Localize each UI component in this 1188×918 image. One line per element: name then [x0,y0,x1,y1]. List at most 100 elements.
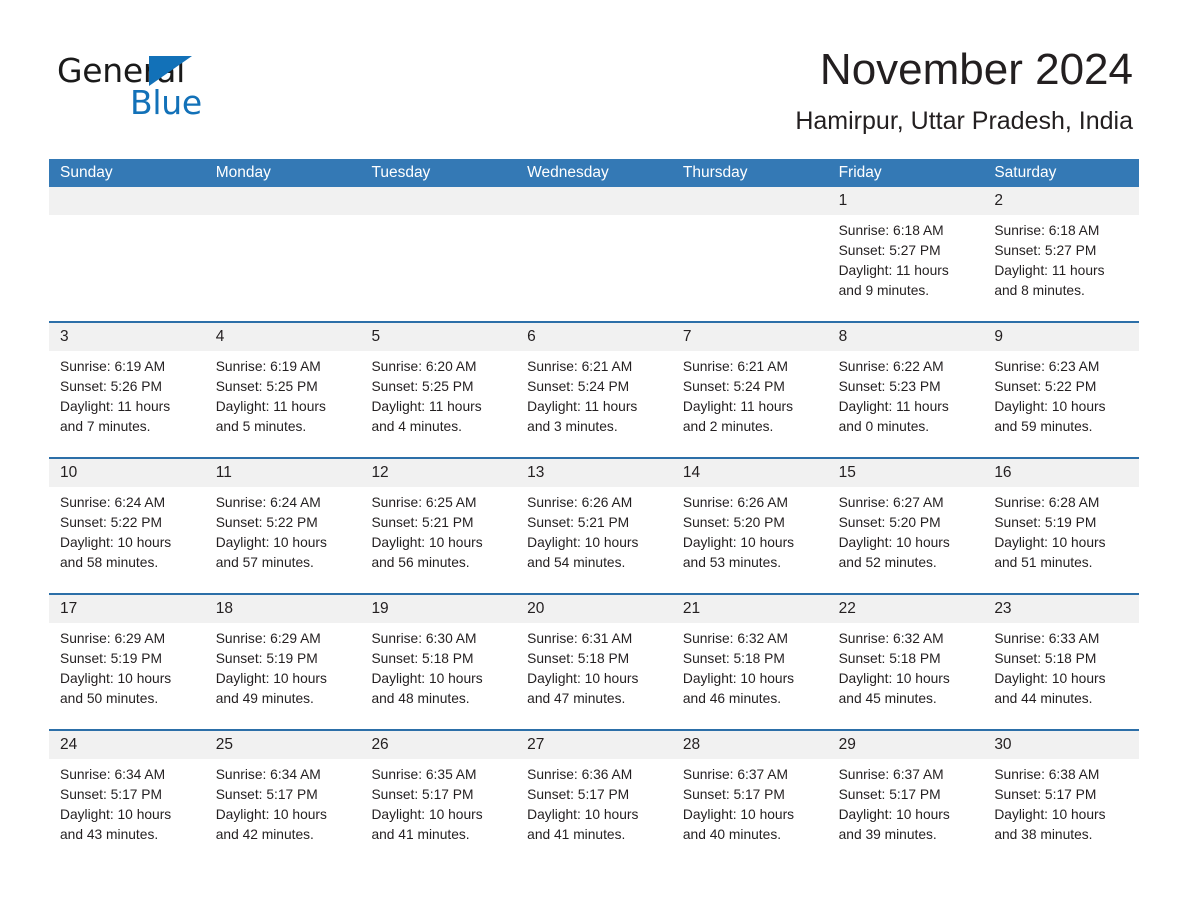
daylight-text: and 52 minutes. [838,555,937,570]
day-details: Sunrise: 6:37 AM Sunset: 5:17 PM Daylight:… [672,759,828,845]
day-cell-12[interactable]: 12 Sunrise: 6:25 AM Sunset: 5:21 PM Dayligh… [360,459,517,593]
day-number: 16 [983,459,1140,487]
sunrise-text: Sunrise: 6:36 AM [527,767,633,782]
day-number: 6 [516,323,672,351]
day-details [360,215,516,221]
day-cell-16[interactable]: 16 Sunrise: 6:28 AM Sunset: 5:19 PM Dayligh… [983,459,1140,593]
day-cell-13[interactable]: 13 Sunrise: 6:26 AM Sunset: 5:21 PM Dayligh… [516,459,672,593]
day-details: Sunrise: 6:24 AM Sunset: 5:22 PM Daylight:… [205,487,361,573]
day-cell-30[interactable]: 30 Sunrise: 6:38 AM Sunset: 5:17 PM Dayligh… [983,731,1140,865]
day-cell-28[interactable]: 28 Sunrise: 6:37 AM Sunset: 5:17 PM Dayligh… [671,731,828,865]
sunrise-text: Sunrise: 6:20 AM [371,359,477,374]
weekday-header-sunday: Sunday [60,164,113,181]
day-cell-26[interactable]: 26 Sunrise: 6:35 AM Sunset: 5:17 PM Dayligh… [360,731,517,865]
daylight-text: Daylight: 11 hours [838,263,949,278]
day-cell-27[interactable]: 27 Sunrise: 6:36 AM Sunset: 5:17 PM Dayligh… [516,731,672,865]
daylight-text: Daylight: 11 hours [682,399,794,414]
daylight-text: and 5 minutes. [215,419,307,434]
day-number: 17 [49,595,205,623]
sunrise-text: Sunrise: 6:18 AM [994,223,1100,238]
daylight-text: and 47 minutes. [527,691,626,706]
daylight-text: and 38 minutes. [994,827,1093,842]
daylight-text: and 46 minutes. [682,691,782,706]
day-cell-7[interactable]: 7 Sunrise: 6:21 AM Sunset: 5:24 PM Daylight… [671,323,828,457]
day-number: 2 [983,187,1140,215]
day-details: Sunrise: 6:19 AM Sunset: 5:25 PM Daylight:… [205,351,361,437]
day-cell-11[interactable]: 11 Sunrise: 6:24 AM Sunset: 5:22 PM Dayligh… [204,459,361,593]
daylight-text: and 54 minutes. [527,555,626,570]
sunset-text: Sunset: 5:20 PM [682,515,785,530]
day-cell-empty [671,187,828,321]
sunset-text: Sunset: 5:17 PM [215,787,318,802]
daylight-text: and 9 minutes. [838,283,930,298]
day-cell-18[interactable]: 18 Sunrise: 6:29 AM Sunset: 5:19 PM Dayligh… [204,595,361,729]
day-details: Sunrise: 6:26 AM Sunset: 5:21 PM Daylight:… [516,487,672,573]
daylight-text: Daylight: 10 hours [60,807,172,822]
day-cell-24[interactable]: 24 Sunrise: 6:34 AM Sunset: 5:17 PM Dayligh… [49,731,205,865]
day-details: Sunrise: 6:22 AM Sunset: 5:23 PM Daylight:… [828,351,984,437]
daylight-text: and 59 minutes. [994,419,1093,434]
weekday-header-row: Sunday Monday Tuesday Wednesday Thursday Frid… [49,159,1139,187]
day-cell-4[interactable]: 4 Sunrise: 6:19 AM Sunset: 5:25 PM Daylight… [204,323,361,457]
day-cell-20[interactable]: 20 Sunrise: 6:31 AM Sunset: 5:18 PM Dayligh… [516,595,672,729]
day-cell-25[interactable]: 25 Sunrise: 6:34 AM Sunset: 5:17 PM Dayligh… [204,731,361,865]
day-cell-3[interactable]: 3 Sunrise: 6:19 AM Sunset: 5:26 PM Daylight… [49,323,205,457]
day-details: Sunrise: 6:23 AM Sunset: 5:22 PM Daylight:… [983,351,1139,437]
daylight-text: and 42 minutes. [215,827,314,842]
day-cell-21[interactable]: 21 Sunrise: 6:32 AM Sunset: 5:18 PM Dayligh… [671,595,828,729]
day-details: Sunrise: 6:30 AM Sunset: 5:18 PM Daylight:… [360,623,516,709]
day-cell-14[interactable]: 14 Sunrise: 6:26 AM Sunset: 5:20 PM Dayligh… [671,459,828,593]
sunset-text: Sunset: 5:20 PM [838,515,941,530]
sunrise-text: Sunrise: 6:28 AM [994,495,1100,510]
day-cell-23[interactable]: 23 Sunrise: 6:33 AM Sunset: 5:18 PM Dayligh… [983,595,1140,729]
weekday-header-tuesday: Tuesday [371,164,431,181]
day-cell-17[interactable]: 17 Sunrise: 6:29 AM Sunset: 5:19 PM Dayligh… [49,595,205,729]
daylight-text: Daylight: 10 hours [371,535,483,550]
day-cell-empty [516,187,672,321]
day-cell-10[interactable]: 10 Sunrise: 6:24 AM Sunset: 5:22 PM Dayligh… [49,459,205,593]
location-subtitle: Hamirpur, Uttar Pradesh, India [795,107,1133,135]
day-details: Sunrise: 6:18 AM Sunset: 5:27 PM Daylight:… [983,215,1139,301]
day-number: 7 [671,323,828,351]
day-number [516,187,672,215]
sunrise-text: Sunrise: 6:33 AM [994,631,1100,646]
day-number: 5 [360,323,517,351]
sunrise-text: Sunrise: 6:32 AM [682,631,788,646]
day-cell-6[interactable]: 6 Sunrise: 6:21 AM Sunset: 5:24 PM Daylight… [516,323,672,457]
daylight-text: and 43 minutes. [60,827,159,842]
daylight-text: and 56 minutes. [371,555,470,570]
day-number: 1 [827,187,984,215]
day-cell-19[interactable]: 19 Sunrise: 6:30 AM Sunset: 5:18 PM Dayligh… [360,595,517,729]
day-cell-5[interactable]: 5 Sunrise: 6:20 AM Sunset: 5:25 PM Daylight… [360,323,517,457]
day-cell-empty [360,187,517,321]
day-details: Sunrise: 6:19 AM Sunset: 5:26 PM Daylight:… [49,351,205,437]
day-cell-29[interactable]: 29 Sunrise: 6:37 AM Sunset: 5:17 PM Dayligh… [827,731,984,865]
day-cell-9[interactable]: 9 Sunrise: 6:23 AM Sunset: 5:22 PM Daylight… [983,323,1140,457]
weekday-header-monday: Monday [215,164,271,181]
day-details: Sunrise: 6:31 AM Sunset: 5:18 PM Daylight:… [516,623,672,709]
sunrise-text: Sunrise: 6:18 AM [838,223,944,238]
day-cell-22[interactable]: 22 Sunrise: 6:32 AM Sunset: 5:18 PM Dayligh… [827,595,984,729]
sunrise-text: Sunrise: 6:34 AM [215,767,321,782]
sunset-text: Sunset: 5:17 PM [682,787,785,802]
day-details: Sunrise: 6:38 AM Sunset: 5:17 PM Daylight:… [983,759,1139,845]
day-details: Sunrise: 6:24 AM Sunset: 5:22 PM Daylight:… [49,487,205,573]
sunrise-text: Sunrise: 6:34 AM [60,767,166,782]
day-cell-8[interactable]: 8 Sunrise: 6:22 AM Sunset: 5:23 PM Daylight… [827,323,984,457]
day-cell-15[interactable]: 15 Sunrise: 6:27 AM Sunset: 5:20 PM Dayligh… [827,459,984,593]
day-details: Sunrise: 6:34 AM Sunset: 5:17 PM Daylight:… [205,759,361,845]
day-cell-2[interactable]: 2 Sunrise: 6:18 AM Sunset: 5:27 PM Daylight… [983,187,1140,321]
daylight-text: Daylight: 11 hours [994,263,1105,278]
calendar-page: General Blue November 2024 Hamirpur, Utt… [0,0,1188,918]
daylight-text: Daylight: 10 hours [994,807,1106,822]
daylight-text: and 4 minutes. [371,419,462,434]
day-details [49,215,205,221]
generalblue-logo[interactable]: General Blue [57,52,277,124]
sunrise-text: Sunrise: 6:29 AM [60,631,166,646]
day-number: 18 [204,595,361,623]
day-cell-1[interactable]: 1 Sunrise: 6:18 AM Sunset: 5:27 PM Daylight… [827,187,984,321]
day-number: 20 [516,595,672,623]
page-title: November 2024 [819,45,1133,94]
day-details: Sunrise: 6:21 AM Sunset: 5:24 PM Daylight:… [672,351,828,437]
day-details: Sunrise: 6:36 AM Sunset: 5:17 PM Daylight:… [516,759,672,845]
